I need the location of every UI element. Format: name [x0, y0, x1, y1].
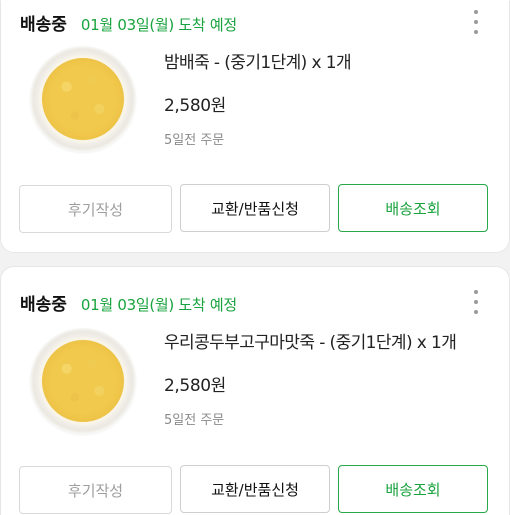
order-date: 5일전 주문 — [164, 413, 225, 428]
product-info: 밤배죽 - (중기1단계) x 1개 2,580원 5일전 주문 — [164, 48, 352, 148]
arrival-estimate: 01월 03일(월) 도착 예정 — [80, 16, 237, 34]
exchange-return-button[interactable]: 교환/반품신청 — [180, 184, 330, 232]
order-status-row: 배송중 01월 03일(월) 도착 예정 — [20, 10, 237, 35]
write-review-button[interactable]: 후기작성 — [19, 466, 172, 514]
track-delivery-button[interactable]: 배송조회 — [338, 184, 488, 232]
track-delivery-button[interactable]: 배송조회 — [338, 465, 488, 513]
delivery-status: 배송중 — [20, 295, 67, 315]
order-status-row: 배송중 01월 03일(월) 도착 예정 — [20, 290, 237, 315]
product-name[interactable]: 밤배죽 - (중기1단계) x 1개 — [164, 48, 352, 73]
product-image[interactable] — [30, 328, 136, 434]
order-card: 배송중 01월 03일(월) 도착 예정 우리콩두부고구마맛죽 - (중기1단계… — [0, 266, 510, 515]
order-date: 5일전 주문 — [164, 133, 225, 148]
write-review-button[interactable]: 후기작성 — [19, 185, 172, 233]
exchange-return-button[interactable]: 교환/반품신청 — [180, 465, 330, 513]
product-name[interactable]: 우리콩두부고구마맛죽 - (중기1단계) x 1개 — [164, 328, 457, 353]
product-image[interactable] — [30, 46, 136, 152]
arrival-estimate: 01월 03일(월) 도착 예정 — [80, 296, 237, 314]
product-price: 2,580원 — [164, 376, 226, 396]
more-options-icon[interactable] — [469, 10, 483, 34]
product-info: 우리콩두부고구마맛죽 - (중기1단계) x 1개 2,580원 5일전 주문 — [164, 328, 457, 428]
product-price: 2,580원 — [164, 96, 226, 116]
order-card: 배송중 01월 03일(월) 도착 예정 밤배죽 - (중기1단계) x 1개 … — [0, 0, 510, 253]
more-options-icon[interactable] — [469, 290, 483, 314]
delivery-status: 배송중 — [20, 15, 67, 35]
